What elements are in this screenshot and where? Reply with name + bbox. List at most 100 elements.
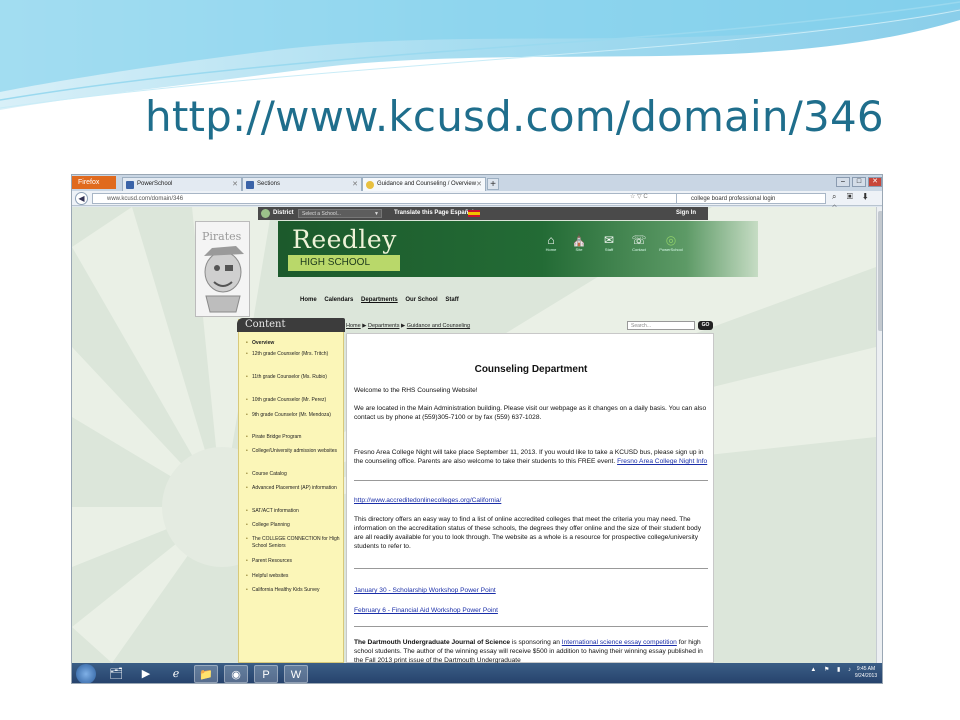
- bookmark-star-icon[interactable]: ☆ ▽ C: [630, 193, 648, 200]
- sidebar-item-12th-grade[interactable]: 12th grade Counselor (Mrs. Tritch): [246, 351, 342, 358]
- close-icon[interactable]: ✕: [352, 178, 358, 191]
- media-player-icon[interactable]: ▶: [134, 665, 158, 683]
- main-navigation: Home Calendars Departments Our School St…: [300, 297, 465, 303]
- system-clock[interactable]: 9:45 AM 9/24/2013: [852, 666, 880, 680]
- mail-icon: ✉: [603, 233, 615, 247]
- content-panel: Counseling Department Welcome to the RHS…: [346, 333, 714, 663]
- sidebar-item-college-connection[interactable]: The COLLEGE CONNECTION for High School S…: [246, 536, 342, 550]
- powerschool-tab-icon: [126, 181, 134, 189]
- nav-departments[interactable]: Departments: [361, 297, 398, 303]
- home-icon: ⌂: [547, 233, 555, 247]
- scholarship-workshop-link[interactable]: January 30 - Scholarship Workshop Power …: [354, 587, 496, 594]
- school-banner: Reedley HIGH SCHOOL ⌂ Home ⛪ Site ✉ Staf…: [278, 221, 758, 277]
- banner-home-link[interactable]: ⌂ Home: [536, 233, 566, 252]
- banner-contact-link[interactable]: ☏ Contact: [624, 233, 654, 252]
- tab-guidance-counseling[interactable]: Guidance and Counseling / Overview ✕: [362, 177, 486, 191]
- nav-our-school[interactable]: Our School: [405, 297, 437, 303]
- sidebar-item-overview[interactable]: Overview: [246, 340, 342, 347]
- banner-staff-link[interactable]: ✉ Staff: [594, 233, 624, 252]
- page-search-input[interactable]: Search...: [627, 321, 695, 330]
- browser-tab-bar: Firefox PowerSchool ✕ Sections ✕ Guidanc…: [72, 175, 882, 191]
- ie-icon[interactable]: ℯ: [164, 665, 188, 683]
- sidebar-item-10th-grade[interactable]: 10th grade Counselor (Mr. Perez): [246, 397, 342, 404]
- dartmouth-text: is sponsoring an: [510, 639, 562, 646]
- slide-title: http://www.kcusd.com/domain/346: [145, 92, 884, 141]
- sidebar-heading: Content: [237, 318, 345, 332]
- explorer-icon[interactable]: 🗂: [104, 665, 128, 683]
- college-night-paragraph: Fresno Area College Night will take plac…: [354, 448, 710, 466]
- financial-aid-workshop-link[interactable]: February 6 - Financial Aid Workshop Powe…: [354, 607, 498, 614]
- school-name: Reedley: [292, 225, 397, 254]
- close-icon[interactable]: ✕: [232, 178, 238, 191]
- breadcrumb-separator-icon: ▶: [362, 323, 367, 329]
- tab-label: Sections: [257, 181, 281, 187]
- sign-in-link[interactable]: Sign In: [676, 207, 696, 220]
- breadcrumb-current[interactable]: Guidance and Counseling: [407, 323, 470, 329]
- sidebar-item-college-admission[interactable]: College/University admission websites: [246, 448, 342, 455]
- start-button-icon[interactable]: [76, 664, 96, 683]
- globe-icon: [261, 209, 270, 218]
- essay-competition-link[interactable]: International science essay competition: [562, 639, 677, 646]
- sidebar-item-sat-act[interactable]: SAT/ACT information: [246, 508, 342, 515]
- page-scrollbar[interactable]: [876, 207, 882, 663]
- tab-label: PowerSchool: [137, 181, 173, 187]
- powerschool-tab-icon: [246, 181, 254, 189]
- sidebar-item-9th-grade[interactable]: 9th grade Counselor (Mr. Mendoza): [246, 412, 342, 419]
- window-controls: – □ ✕: [836, 177, 882, 187]
- finaid-link-row: February 6 - Financial Aid Workshop Powe…: [354, 606, 710, 615]
- district-link[interactable]: District: [273, 207, 294, 220]
- location-text: We are located in the Main Administratio…: [354, 405, 707, 421]
- translate-link[interactable]: Translate this Page Español: [394, 207, 474, 220]
- close-window-icon[interactable]: ✕: [868, 177, 882, 187]
- browser-nav-bar: ◀ www.kcusd.com/domain/346 ☆ ▽ C college…: [72, 191, 882, 211]
- web-page: District Select a School... Translate th…: [72, 207, 876, 663]
- mascot-text: Pirates: [202, 230, 242, 243]
- directory-text: This directory offers an easy way to fin…: [354, 516, 701, 550]
- clock-date: 9/24/2013: [854, 673, 878, 679]
- banner-powerschool-link[interactable]: ◎ PowerSchool: [656, 233, 686, 252]
- browser-search-input[interactable]: college board professional login: [676, 193, 826, 204]
- scholarship-link-row: January 30 - Scholarship Workshop Power …: [354, 586, 710, 595]
- sidebar-item-ap-information[interactable]: Advanced Placement (AP) information: [246, 485, 342, 492]
- divider: [354, 626, 708, 627]
- minimize-icon[interactable]: –: [836, 177, 850, 187]
- nav-staff[interactable]: Staff: [445, 297, 458, 303]
- banner-site-link[interactable]: ⛪ Site: [564, 233, 594, 252]
- spain-flag-icon[interactable]: [468, 210, 480, 217]
- nav-calendars[interactable]: Calendars: [324, 297, 353, 303]
- address-bar[interactable]: www.kcusd.com/domain/346: [92, 193, 682, 204]
- college-night-link[interactable]: Fresno Area College Night Info: [617, 458, 707, 465]
- folder-icon[interactable]: 📁: [194, 665, 218, 683]
- divider: [354, 568, 708, 569]
- sidebar-item-11th-grade[interactable]: 11th grade Counselor (Ms. Rubio): [246, 374, 342, 381]
- powerpoint-icon[interactable]: P: [254, 665, 278, 683]
- sidebar-item-course-catalog[interactable]: Course Catalog: [246, 471, 342, 478]
- slide: http://www.kcusd.com/domain/346 Firefox …: [0, 0, 960, 720]
- dartmouth-paragraph: The Dartmouth Undergraduate Journal of S…: [354, 638, 710, 663]
- word-icon[interactable]: W: [284, 665, 308, 683]
- back-arrow-icon[interactable]: ◀: [75, 192, 88, 205]
- scrollbar-thumb[interactable]: [878, 211, 882, 331]
- sidebar-item-pirate-bridge[interactable]: Pirate Bridge Program: [246, 434, 342, 441]
- breadcrumb-home[interactable]: Home: [346, 323, 361, 329]
- sidebar-item-helpful-websites[interactable]: Helpful websites: [246, 573, 342, 580]
- school-select[interactable]: Select a School...: [298, 209, 382, 218]
- school-subtitle: HIGH SCHOOL: [288, 255, 400, 271]
- accredited-colleges-link[interactable]: http://www.accreditedonlinecolleges.org/…: [354, 497, 501, 504]
- firefox-menu-button[interactable]: Firefox: [72, 176, 116, 189]
- sidebar-item-college-planning[interactable]: College Planning: [246, 522, 342, 529]
- school-icon: ⛪: [571, 233, 587, 247]
- firefox-icon[interactable]: ◉: [224, 665, 248, 683]
- system-tray-icons[interactable]: ▲ ⚑ ▮ ♪: [810, 666, 854, 673]
- new-tab-button[interactable]: +: [487, 178, 499, 190]
- sidebar-item-healthy-kids-survey[interactable]: California Healthy Kids Survey: [246, 587, 342, 594]
- tab-powerschool[interactable]: PowerSchool ✕: [122, 177, 242, 191]
- go-button[interactable]: GO: [698, 321, 713, 330]
- close-icon[interactable]: ✕: [476, 178, 482, 191]
- tab-sections[interactable]: Sections ✕: [242, 177, 362, 191]
- sidebar-item-parent-resources[interactable]: Parent Resources: [246, 558, 342, 565]
- breadcrumb-departments[interactable]: Departments: [368, 323, 400, 329]
- nav-home[interactable]: Home: [300, 297, 317, 303]
- browser-screenshot: Firefox PowerSchool ✕ Sections ✕ Guidanc…: [71, 174, 883, 684]
- maximize-icon[interactable]: □: [852, 177, 866, 187]
